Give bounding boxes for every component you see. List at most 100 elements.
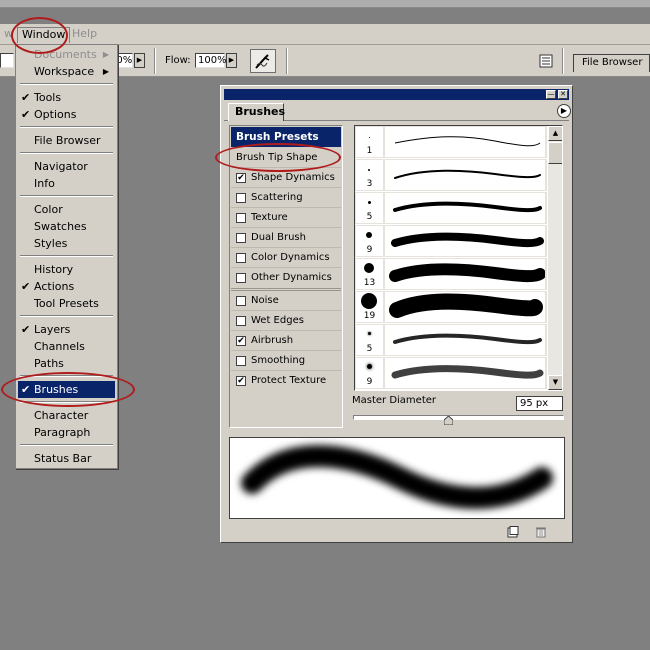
menu-item-paragraph[interactable]: Paragraph xyxy=(18,424,115,441)
option-shape-dynamics[interactable]: ✔ Shape Dynamics xyxy=(231,168,341,188)
flow-arrow-icon[interactable]: ▶ xyxy=(226,53,237,68)
brush-list-scrollbar[interactable]: ▲ ▼ xyxy=(548,126,562,390)
menu-item-label: Documents xyxy=(34,48,97,61)
brush-preset-item[interactable]: 5 xyxy=(355,324,547,357)
trash-icon[interactable] xyxy=(535,526,547,538)
scroll-down-icon[interactable]: ▼ xyxy=(548,375,562,390)
brush-size-label: 9 xyxy=(366,377,373,387)
brush-preset-item[interactable]: 5 xyxy=(355,192,547,225)
option-other-dynamics[interactable]: Other Dynamics xyxy=(231,268,341,291)
option-scattering[interactable]: Scattering xyxy=(231,188,341,208)
menu-item-actions[interactable]: ✔ Actions xyxy=(18,278,115,295)
menu-item-label: Tool Presets xyxy=(34,297,99,310)
master-diameter-slider[interactable] xyxy=(353,415,564,420)
checkbox[interactable]: ✔ xyxy=(236,336,246,346)
option-noise[interactable]: Noise xyxy=(231,291,341,311)
option-protect-texture[interactable]: ✔ Protect Texture xyxy=(231,371,341,391)
option-wet-edges[interactable]: Wet Edges xyxy=(231,311,341,331)
check-icon: ✔ xyxy=(21,280,31,293)
file-browser-tab[interactable]: File Browser xyxy=(573,54,650,72)
close-icon[interactable]: ✕ xyxy=(558,90,568,99)
menu-item-file-browser[interactable]: File Browser xyxy=(18,132,115,149)
checkbox[interactable] xyxy=(236,356,246,366)
minimize-icon[interactable]: — xyxy=(546,90,556,99)
option-color-dynamics[interactable]: Color Dynamics xyxy=(231,248,341,268)
menu-separator xyxy=(20,83,113,85)
menu-bar: w Window Help xyxy=(0,24,650,45)
master-diameter-field[interactable]: 95 px xyxy=(516,396,563,411)
menu-item-channels[interactable]: Channels xyxy=(18,338,115,355)
menu-item-brushes[interactable]: ✔ Brushes xyxy=(18,381,115,398)
checkbox[interactable] xyxy=(236,316,246,326)
menu-item-label: Character xyxy=(34,409,89,422)
menu-item-layers[interactable]: ✔ Layers xyxy=(18,321,115,338)
brush-stroke-preview xyxy=(385,292,545,322)
brush-size-label: 13 xyxy=(363,278,376,288)
menu-partial[interactable]: w xyxy=(0,27,17,43)
checkbox[interactable] xyxy=(236,273,246,283)
menu-item-swatches[interactable]: Swatches xyxy=(18,218,115,235)
brush-size-label: 5 xyxy=(366,344,373,354)
opacity-arrow-icon[interactable]: ▶ xyxy=(134,53,145,68)
menu-item-workspace[interactable]: Workspace ▶ xyxy=(18,63,115,80)
menu-window[interactable]: Window xyxy=(17,27,71,43)
brush-size-label: 5 xyxy=(366,212,373,222)
palette-well-icon[interactable] xyxy=(539,54,554,68)
checkbox[interactable] xyxy=(236,296,246,306)
option-texture[interactable]: Texture xyxy=(231,208,341,228)
menu-item-character[interactable]: Character xyxy=(18,407,115,424)
checkbox[interactable]: ✔ xyxy=(236,173,246,183)
menu-item-options[interactable]: ✔ Options xyxy=(18,106,115,123)
option-smoothing[interactable]: Smoothing xyxy=(231,351,341,371)
brush-tip-thumbnail: 9 xyxy=(356,226,383,256)
brush-preset-item[interactable]: 1 xyxy=(355,126,547,159)
menu-item-color[interactable]: Color xyxy=(18,201,115,218)
checkbox[interactable]: ✔ xyxy=(236,376,246,386)
checkbox[interactable] xyxy=(236,233,246,243)
menu-item-info[interactable]: Info xyxy=(18,175,115,192)
slider-thumb-icon[interactable] xyxy=(443,416,453,425)
option-label: Protect Texture xyxy=(251,375,327,386)
scroll-up-icon[interactable]: ▲ xyxy=(548,126,562,141)
checkbox[interactable] xyxy=(236,193,246,203)
menu-item-documents[interactable]: Documents ▶ xyxy=(18,46,115,63)
brush-tip-thumbnail: 3 xyxy=(356,160,383,190)
checkbox[interactable] xyxy=(236,213,246,223)
menu-item-label: Workspace xyxy=(34,65,95,78)
menu-separator xyxy=(20,152,113,154)
brush-stroke-preview xyxy=(385,259,545,289)
flow-field[interactable]: 100% xyxy=(195,53,227,68)
menu-item-history[interactable]: History xyxy=(18,261,115,278)
brush-preset-item[interactable]: 19 xyxy=(355,291,547,324)
brush-preset-item[interactable]: 9 xyxy=(355,225,547,258)
option-dual-brush[interactable]: Dual Brush xyxy=(231,228,341,248)
option-airbrush[interactable]: ✔ Airbrush xyxy=(231,331,341,351)
menu-item-styles[interactable]: Styles xyxy=(18,235,115,252)
menu-item-tool-presets[interactable]: Tool Presets xyxy=(18,295,115,312)
new-preset-icon[interactable] xyxy=(507,526,519,538)
menu-item-status-bar[interactable]: Status Bar xyxy=(18,450,115,467)
check-icon: ✔ xyxy=(21,91,31,104)
options-left-field[interactable] xyxy=(0,53,14,68)
brush-preset-item[interactable]: 13 xyxy=(355,258,547,291)
menu-item-tools[interactable]: ✔ Tools xyxy=(18,89,115,106)
airbrush-icon[interactable] xyxy=(250,49,276,73)
option-label: Shape Dynamics xyxy=(251,172,335,183)
option-label: Wet Edges xyxy=(251,315,304,326)
checkbox[interactable] xyxy=(236,253,246,263)
palette-title-bar[interactable]: — ✕ xyxy=(224,89,569,100)
tab-brushes[interactable]: Brushes xyxy=(228,103,285,121)
menu-help[interactable]: Help xyxy=(68,27,101,43)
menu-item-navigator[interactable]: Navigator xyxy=(18,158,115,175)
brushes-palette: — ✕ Brushes ▶ Brush Presets Brush Tip Sh… xyxy=(220,85,573,543)
menu-item-label: Navigator xyxy=(34,160,88,173)
brush-preset-item[interactable]: 9 xyxy=(355,357,547,390)
menu-item-label: Info xyxy=(34,177,55,190)
brush-presets-item[interactable]: Brush Presets xyxy=(231,127,341,147)
menu-item-paths[interactable]: Paths xyxy=(18,355,115,372)
brush-preset-item[interactable]: 3 xyxy=(355,159,547,192)
palette-menu-icon[interactable]: ▶ xyxy=(557,104,571,118)
menu-separator xyxy=(20,255,113,257)
brush-tip-shape-item[interactable]: Brush Tip Shape xyxy=(231,148,341,168)
scroll-thumb[interactable] xyxy=(548,142,562,164)
